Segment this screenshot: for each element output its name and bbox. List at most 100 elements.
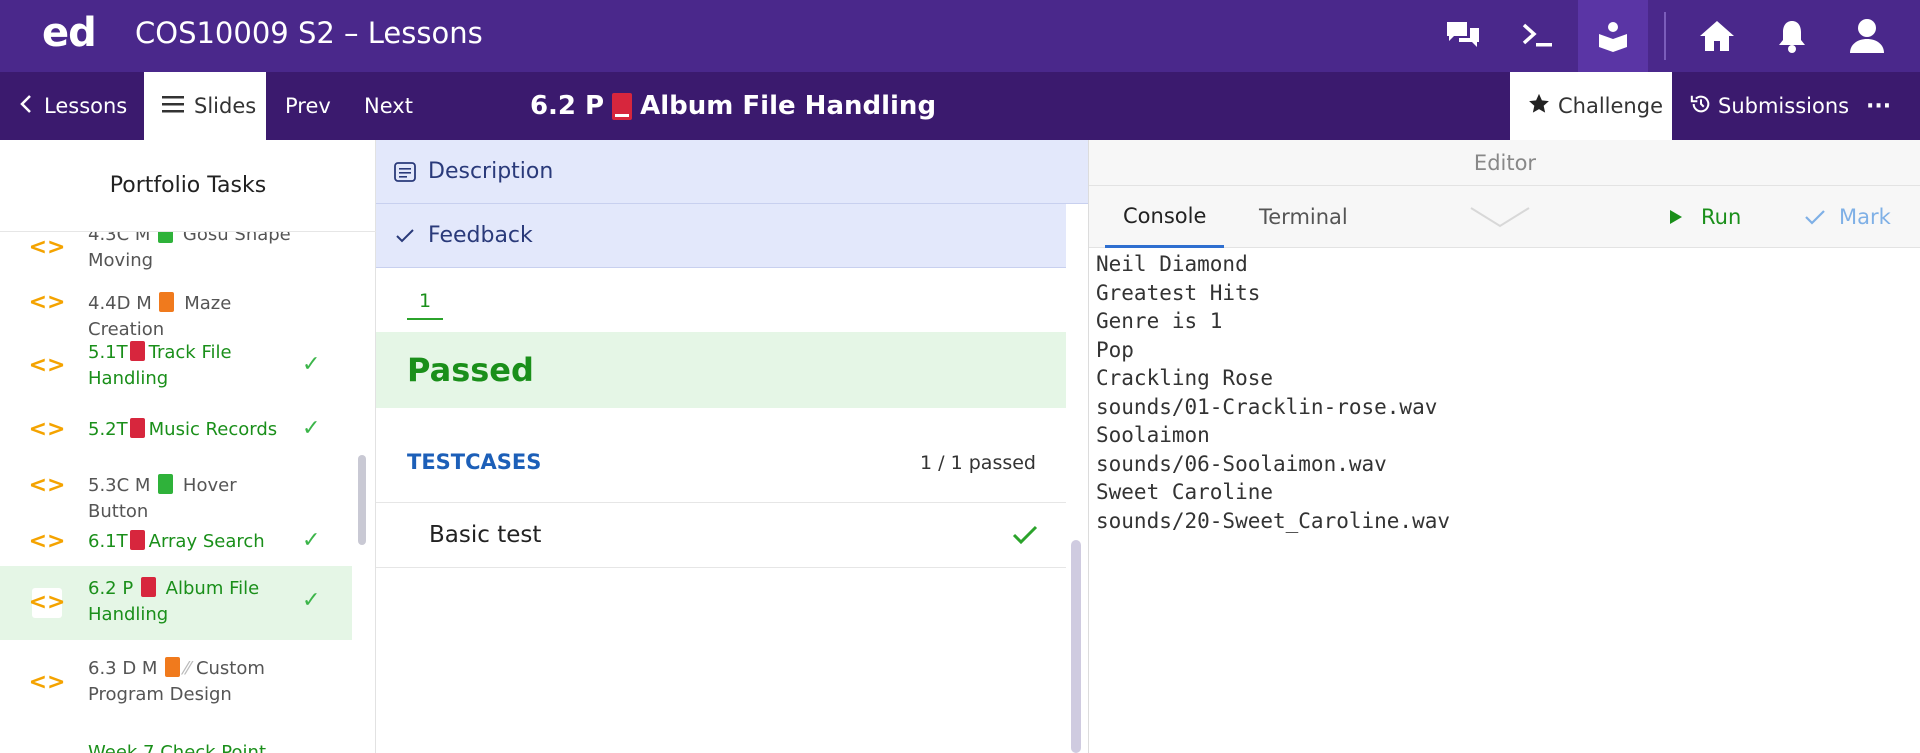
- submissions-button[interactable]: Submissions: [1690, 72, 1849, 140]
- divider: [1664, 12, 1666, 60]
- course-title[interactable]: COS10009 S2 – Lessons: [135, 16, 483, 50]
- prev-button[interactable]: Prev: [285, 72, 331, 140]
- check-icon: ✓: [302, 416, 321, 441]
- orange-book-icon: [159, 292, 175, 312]
- feedback-section[interactable]: Feedback: [376, 204, 1066, 268]
- console-line: sounds/06-Soolaimon.wav: [1096, 451, 1387, 476]
- lesson-nav-bar: Lessons Slides Prev Next 6.2 P Album Fil…: [0, 72, 1920, 140]
- code-icon: <>: [28, 670, 66, 695]
- chevron-left-icon: [20, 94, 32, 119]
- run-label: Run: [1701, 205, 1742, 229]
- code-icon: <>: [28, 353, 66, 378]
- task-item-6-3d[interactable]: <> 6.3 D M ⁄⁄ Custom Program Design: [0, 652, 352, 714]
- history-icon: [1690, 93, 1712, 120]
- green-book-icon: [158, 474, 174, 494]
- code-icon: <>: [28, 417, 66, 442]
- task-item-5-1t[interactable]: <> 5.1T Track File Handling ✓: [0, 336, 352, 396]
- testcases-heading: TESTCASES: [407, 450, 542, 474]
- slides-label: Slides: [194, 94, 257, 118]
- check-icon: [1012, 519, 1038, 552]
- task-item-5-2t[interactable]: <> 5.2T Music Records ✓: [0, 408, 352, 452]
- chevron-down-icon[interactable]: [1469, 206, 1531, 232]
- attempt-tab-1[interactable]: 1: [407, 290, 443, 320]
- panel-scrollbar[interactable]: [1071, 540, 1081, 753]
- console-line: Greatest Hits: [1096, 280, 1261, 305]
- sidebar-scrollbar[interactable]: [358, 455, 366, 545]
- task-item-week-7[interactable]: Week 7 Check Point: [0, 730, 352, 753]
- lesson-book-icon[interactable]: [1578, 0, 1648, 72]
- orange-book-icon: [165, 657, 181, 677]
- console-line: Sweet Caroline: [1096, 480, 1274, 504]
- mark-label: Mark: [1839, 205, 1891, 229]
- task-sidebar: Portfolio Tasks <> 4.3C M Gosu Shape Mov…: [0, 140, 376, 753]
- status-banner: Passed: [376, 332, 1066, 408]
- bell-icon[interactable]: [1757, 0, 1827, 72]
- testcase-name: Basic test: [429, 522, 542, 548]
- check-icon: [396, 228, 414, 244]
- mark-button[interactable]: Mark: [1805, 186, 1891, 248]
- description-label: Description: [428, 159, 554, 184]
- task-item-4-3c[interactable]: <> 4.3C M Gosu Shape Moving: [0, 232, 352, 276]
- testcases-count: 1 / 1 passed: [920, 452, 1036, 474]
- challenge-panel: Description Feedback 1 Passed TESTCASES …: [376, 140, 1088, 753]
- task-label: 5.3C M Hover Button: [88, 474, 237, 522]
- task-label: 4.3C M Gosu Shape Moving: [88, 232, 298, 274]
- ed-logo[interactable]: ed: [42, 10, 97, 56]
- task-item-6-2p[interactable]: <> 6.2 P Album File Handling ✓: [0, 566, 352, 640]
- red-book-icon: [129, 341, 145, 361]
- task-label: 6.2 P Album File Handling: [88, 577, 260, 625]
- console-line: Soolaimon: [1096, 423, 1210, 447]
- testcase-row[interactable]: Basic test: [376, 502, 1066, 568]
- lessons-back-button[interactable]: Lessons: [20, 72, 127, 140]
- console-line: Crackling Rose: [1096, 366, 1274, 390]
- slides-button[interactable]: Slides: [144, 72, 266, 140]
- tab-terminal[interactable]: Terminal: [1253, 186, 1354, 248]
- more-options-icon[interactable]: ···: [1866, 72, 1891, 140]
- code-icon: <>: [28, 235, 66, 260]
- console-line: Pop: [1096, 337, 1134, 362]
- task-label: 5.1T Track File Handling: [88, 341, 232, 389]
- next-button[interactable]: Next: [364, 72, 413, 140]
- console-line: Neil Diamond: [1096, 252, 1248, 276]
- home-icon[interactable]: [1682, 0, 1752, 72]
- task-label: Week 7 Check Point: [88, 742, 266, 753]
- chat-icon[interactable]: [1428, 0, 1498, 72]
- feedback-label: Feedback: [428, 223, 533, 248]
- lessons-label: Lessons: [44, 94, 128, 118]
- sidebar-title: Portfolio Tasks: [0, 140, 376, 232]
- red-book-icon: [129, 418, 145, 438]
- green-book-icon: [158, 232, 174, 243]
- task-label: 5.2T Music Records: [88, 418, 278, 440]
- task-label: 6.1T Array Search: [88, 530, 265, 552]
- play-icon: [1669, 209, 1683, 225]
- check-icon: ✓: [302, 352, 321, 377]
- task-item-5-3c[interactable]: <> 5.3C M Hover Button: [0, 464, 352, 522]
- task-item-6-1t[interactable]: <> 6.1T Array Search ✓: [0, 520, 352, 564]
- document-icon: [394, 161, 416, 182]
- task-item-4-4d[interactable]: <> 4.4D M Maze Creation: [0, 284, 352, 340]
- check-icon: ✓: [302, 588, 321, 613]
- submissions-label: Submissions: [1718, 94, 1850, 118]
- code-icon: <>: [28, 290, 66, 315]
- challenge-tab[interactable]: Challenge: [1510, 72, 1672, 140]
- menu-icon: [162, 94, 184, 118]
- check-icon: [1805, 209, 1825, 225]
- red-book-icon: [129, 530, 145, 550]
- tab-console[interactable]: Console: [1105, 186, 1225, 248]
- lesson-prefix: 6.2 P: [529, 91, 605, 121]
- run-button[interactable]: Run: [1669, 186, 1741, 248]
- editor-tabs: Console Terminal Run Mark: [1089, 186, 1920, 248]
- console-line: sounds/01-Cracklin-rose.wav: [1096, 394, 1438, 419]
- code-icon: <>: [28, 529, 66, 554]
- check-icon: ✓: [302, 528, 321, 553]
- console-output[interactable]: Neil Diamond Greatest Hits Genre is 1 Po…: [1096, 250, 1450, 535]
- user-icon[interactable]: [1832, 0, 1902, 72]
- lesson-name: Album File Handling: [640, 91, 937, 121]
- terminal-icon[interactable]: [1503, 0, 1573, 72]
- editor-title: Editor: [1089, 140, 1920, 186]
- sidebar-title-text: Portfolio Tasks: [109, 173, 267, 198]
- code-icon: <>: [29, 588, 65, 618]
- red-book-icon: [140, 577, 156, 597]
- description-section[interactable]: Description: [376, 140, 1088, 204]
- top-bar: ed COS10009 S2 – Lessons: [0, 0, 1920, 72]
